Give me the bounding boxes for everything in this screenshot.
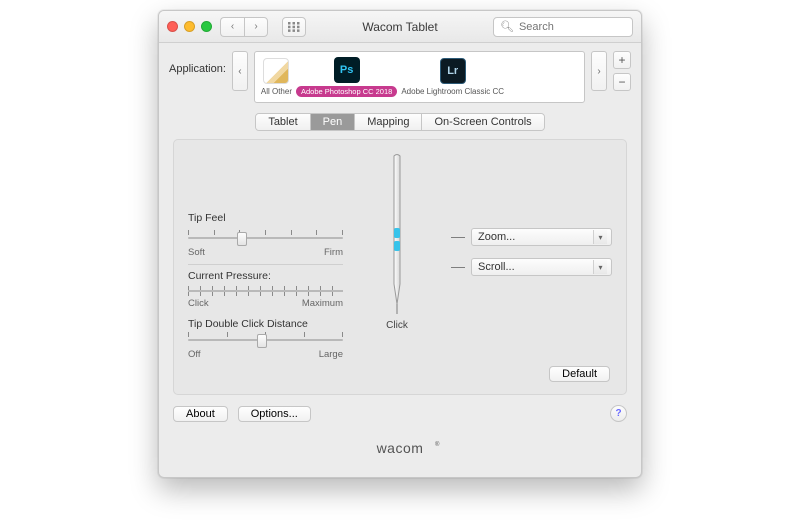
- connector-line-icon: [451, 267, 465, 268]
- tab-pen[interactable]: Pen: [311, 114, 356, 130]
- minimize-icon[interactable]: [184, 21, 195, 32]
- wacom-logo: wacom ®: [159, 432, 641, 477]
- show-all-button[interactable]: [282, 17, 306, 37]
- tab-tablet[interactable]: Tablet: [256, 114, 310, 130]
- titlebar: ‹ › Wacom Tablet 🔍︎: [159, 11, 641, 43]
- app-item-all-other[interactable]: All Other: [261, 58, 292, 96]
- lower-side-button-dropdown[interactable]: Scroll... ▾: [471, 258, 612, 276]
- pressure-gauge: [188, 286, 343, 296]
- close-icon[interactable]: [167, 21, 178, 32]
- help-button[interactable]: ?: [610, 405, 627, 422]
- back-button[interactable]: ‹: [220, 17, 244, 37]
- pen-settings-panel: Tip Feel Soft Firm Current Pressure: Cli…: [173, 139, 627, 395]
- pressure-min: Click: [188, 298, 209, 309]
- tip-feel-label: Tip Feel: [188, 212, 343, 224]
- app-scroll-right[interactable]: ›: [591, 51, 607, 91]
- connector-line-icon: [451, 237, 465, 238]
- dropdown-arrow-icon: ▾: [593, 230, 607, 244]
- application-label: Application:: [169, 51, 226, 75]
- side-button-column: Zoom... ▾ Scroll... ▾: [451, 154, 612, 362]
- dblclick-label: Tip Double Click Distance: [188, 313, 343, 330]
- about-button[interactable]: About: [173, 406, 228, 422]
- grid-icon: [288, 22, 300, 32]
- tab-onscreen-controls[interactable]: On-Screen Controls: [422, 114, 543, 130]
- all-other-icon: [263, 58, 289, 84]
- nav-back-forward: ‹ ›: [220, 17, 268, 37]
- lightroom-icon: Lr: [440, 58, 466, 84]
- pen-graphic-column: Click: [357, 154, 437, 362]
- app-item-lightroom[interactable]: Lr Adobe Lightroom Classic CC: [401, 58, 504, 96]
- app-item-label: Adobe Photoshop CC 2018: [296, 86, 397, 97]
- svg-text:wacom: wacom: [376, 440, 424, 456]
- wacom-prefs-window: ‹ › Wacom Tablet 🔍︎ Application: ‹ All: [158, 10, 642, 478]
- app-item-label: All Other: [261, 87, 292, 96]
- app-item-label: Adobe Lightroom Classic CC: [401, 87, 504, 96]
- default-button[interactable]: Default: [549, 366, 610, 382]
- remove-application-button[interactable]: −: [613, 73, 631, 91]
- tab-mapping[interactable]: Mapping: [355, 114, 422, 130]
- search-field[interactable]: 🔍︎: [493, 17, 633, 37]
- forward-button[interactable]: ›: [244, 17, 268, 37]
- dblclick-slider[interactable]: Off Large: [188, 330, 343, 362]
- app-add-remove: + −: [613, 51, 631, 91]
- lower-side-button-value: Scroll...: [478, 261, 515, 273]
- tip-feel-slider[interactable]: Soft Firm: [188, 228, 343, 260]
- upper-side-button-dropdown[interactable]: Zoom... ▾: [471, 228, 612, 246]
- dblclick-max: Large: [319, 349, 343, 360]
- pen-tip-label: Click: [386, 320, 408, 331]
- add-application-button[interactable]: +: [613, 51, 631, 69]
- photoshop-icon: Ps: [334, 57, 360, 83]
- dblclick-min: Off: [188, 349, 201, 360]
- svg-text:®: ®: [435, 441, 440, 448]
- left-column: Tip Feel Soft Firm Current Pressure: Cli…: [188, 154, 343, 362]
- current-pressure-label: Current Pressure:: [188, 264, 343, 282]
- search-icon: 🔍︎: [500, 20, 514, 33]
- tab-strip: Tablet Pen Mapping On-Screen Controls: [159, 109, 641, 139]
- traffic-lights: [167, 21, 212, 32]
- tip-feel-min: Soft: [188, 247, 205, 258]
- zoom-icon[interactable]: [201, 21, 212, 32]
- pen-icon: [390, 154, 404, 316]
- search-input[interactable]: [519, 21, 626, 33]
- app-item-photoshop[interactable]: Ps Adobe Photoshop CC 2018: [296, 57, 397, 97]
- tip-feel-max: Firm: [324, 247, 343, 258]
- application-list: All Other Ps Adobe Photoshop CC 2018 Lr …: [254, 51, 585, 103]
- upper-side-button-value: Zoom...: [478, 231, 515, 243]
- footer-row: About Options... ?: [159, 405, 641, 432]
- pressure-max: Maximum: [302, 298, 343, 309]
- application-row: Application: ‹ All Other Ps Adobe Photos…: [159, 43, 641, 109]
- dropdown-arrow-icon: ▾: [593, 260, 607, 274]
- options-button[interactable]: Options...: [238, 406, 311, 422]
- app-scroll-left[interactable]: ‹: [232, 51, 248, 91]
